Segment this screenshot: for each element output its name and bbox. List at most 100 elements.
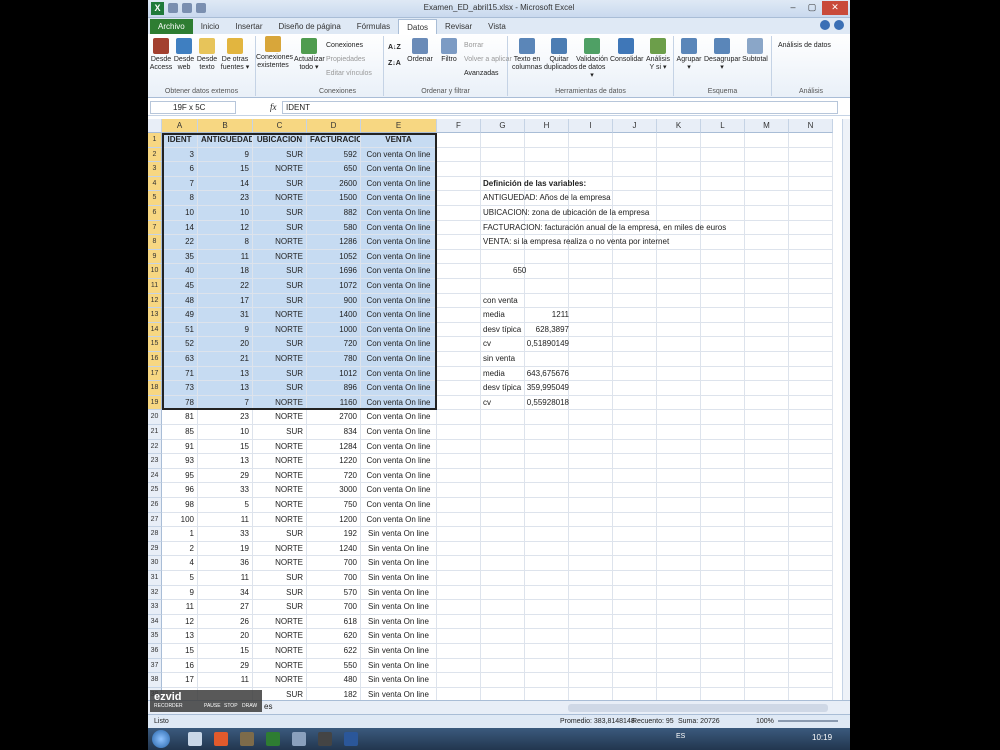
empty-cell[interactable] [701, 410, 745, 425]
filter-button[interactable]: Filtro [436, 38, 462, 64]
empty-cell[interactable] [657, 673, 701, 688]
empty-cell[interactable] [569, 322, 613, 338]
venta-cell[interactable]: Con venta On line [361, 176, 437, 192]
terminal-icon[interactable] [318, 732, 332, 746]
empty-cell[interactable] [481, 571, 525, 586]
empty-cell[interactable] [569, 468, 613, 484]
stat-label[interactable]: media [483, 367, 505, 381]
ident-cell[interactable]: 93 [162, 454, 198, 469]
empty-cell[interactable] [745, 512, 789, 528]
venta-cell[interactable]: Con venta On line [361, 498, 437, 513]
facturacion-cell[interactable]: 192 [307, 527, 361, 542]
empty-cell[interactable] [789, 322, 833, 338]
antiguedad-cell[interactable]: 11 [198, 249, 253, 265]
empty-cell[interactable] [657, 352, 701, 367]
antiguedad-cell[interactable]: 29 [198, 658, 253, 674]
antiguedad-cell[interactable]: 10 [198, 206, 253, 221]
empty-cell[interactable] [613, 176, 657, 192]
ungroup-button[interactable]: Desagrupar ▾ [704, 38, 741, 72]
empty-cell[interactable] [701, 585, 745, 601]
empty-cell[interactable] [789, 220, 833, 236]
empty-cell[interactable] [657, 133, 701, 148]
row-header-25[interactable]: 25 [148, 483, 162, 498]
venta-cell[interactable]: Sin venta On line [361, 644, 437, 659]
empty-cell[interactable] [745, 395, 789, 411]
ident-cell[interactable]: 100 [162, 512, 198, 528]
empty-cell[interactable] [789, 249, 833, 265]
facturacion-cell[interactable]: 1012 [307, 366, 361, 382]
empty-cell[interactable] [789, 658, 833, 674]
empty-cell[interactable] [613, 279, 657, 294]
connections-button[interactable]: Conexiones [326, 42, 363, 49]
antiguedad-cell[interactable]: 17 [198, 293, 253, 309]
antiguedad-cell[interactable]: 21 [198, 352, 253, 367]
antiguedad-cell[interactable]: 11 [198, 673, 253, 688]
text-to-columns-button[interactable]: Texto en columnas [512, 38, 542, 72]
ident-cell[interactable]: 16 [162, 658, 198, 674]
facturacion-cell[interactable]: 1220 [307, 454, 361, 469]
empty-cell[interactable] [701, 322, 745, 338]
ubicacion-cell[interactable]: SUR [253, 585, 307, 601]
empty-cell[interactable] [569, 279, 613, 294]
ubicacion-cell[interactable]: SUR [253, 147, 307, 163]
venta-cell[interactable]: Con venta On line [361, 220, 437, 236]
row-header-12[interactable]: 12 [148, 293, 162, 309]
empty-cell[interactable] [789, 293, 833, 309]
empty-cell[interactable] [745, 425, 789, 440]
empty-cell[interactable] [701, 337, 745, 352]
facturacion-cell[interactable]: 720 [307, 468, 361, 484]
row-header-38[interactable]: 38 [148, 673, 162, 688]
empty-cell[interactable] [437, 410, 481, 425]
data-analysis-button[interactable]: Análisis de datos [778, 42, 831, 49]
sin-venta-label[interactable]: sin venta [483, 352, 515, 366]
ident-cell[interactable]: 40 [162, 264, 198, 279]
empty-cell[interactable] [569, 658, 613, 674]
other-sources-button[interactable]: De otras fuentes ▾ [220, 38, 250, 72]
antiguedad-cell[interactable]: 13 [198, 381, 253, 396]
empty-cell[interactable] [745, 322, 789, 338]
ident-cell[interactable]: 9 [162, 585, 198, 601]
empty-cell[interactable] [701, 673, 745, 688]
media-icon[interactable] [240, 732, 254, 746]
empty-cell[interactable] [525, 133, 569, 148]
empty-cell[interactable] [437, 483, 481, 498]
empty-cell[interactable] [481, 498, 525, 513]
empty-cell[interactable] [437, 308, 481, 323]
facturacion-cell[interactable]: 700 [307, 600, 361, 615]
from-access-button[interactable]: Desde Access [149, 38, 173, 72]
facturacion-cell[interactable]: 592 [307, 147, 361, 163]
empty-cell[interactable] [569, 527, 613, 542]
empty-cell[interactable] [437, 425, 481, 440]
ubicacion-cell[interactable]: NORTE [253, 629, 307, 644]
empty-cell[interactable] [789, 541, 833, 557]
empty-cell[interactable] [525, 352, 569, 367]
empty-cell[interactable] [437, 527, 481, 542]
venta-cell[interactable]: Con venta On line [361, 468, 437, 484]
facturacion-cell[interactable]: 618 [307, 614, 361, 630]
empty-cell[interactable] [745, 337, 789, 352]
empty-cell[interactable] [613, 366, 657, 382]
column-header-i[interactable]: I [569, 119, 613, 133]
browser-icon[interactable] [214, 732, 228, 746]
empty-cell[interactable] [789, 191, 833, 206]
facturacion-cell[interactable]: 1052 [307, 249, 361, 265]
empty-cell[interactable] [525, 673, 569, 688]
venta-cell[interactable]: Con venta On line [361, 206, 437, 221]
header-cell[interactable]: VENTA [361, 133, 437, 148]
empty-cell[interactable] [525, 556, 569, 571]
ident-cell[interactable]: 15 [162, 644, 198, 659]
empty-cell[interactable] [657, 381, 701, 396]
empty-cell[interactable] [789, 439, 833, 455]
empty-cell[interactable] [745, 629, 789, 644]
maximize-button[interactable]: ▢ [803, 1, 821, 15]
empty-cell[interactable] [789, 644, 833, 659]
empty-cell[interactable] [437, 512, 481, 528]
row-header-3[interactable]: 3 [148, 162, 162, 177]
group-button[interactable]: Agrupar ▾ [674, 38, 704, 72]
antiguedad-cell[interactable]: 9 [198, 147, 253, 163]
row-header-29[interactable]: 29 [148, 541, 162, 557]
empty-cell[interactable] [437, 585, 481, 601]
empty-cell[interactable] [613, 556, 657, 571]
empty-cell[interactable] [701, 191, 745, 206]
empty-cell[interactable] [481, 162, 525, 177]
